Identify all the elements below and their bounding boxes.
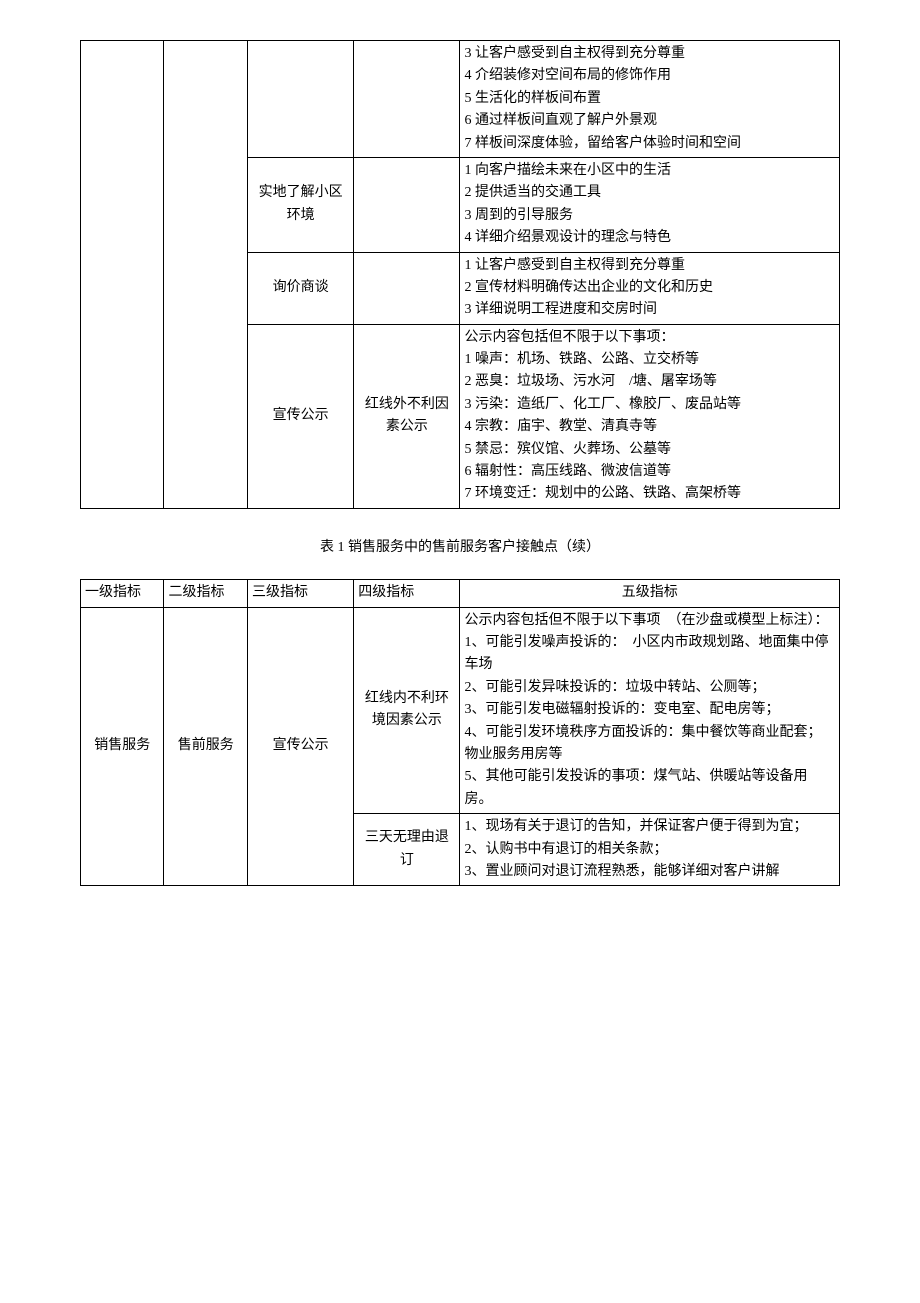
table-1: 3 让客户感受到自主权得到充分尊重4 介绍装修对空间布局的修饰作用5 生活化的样… xyxy=(80,40,840,509)
cell-l5: 公示内容包括但不限于以下事项：1 噪声：机场、铁路、公路、立交桥等2 恶臭：垃圾… xyxy=(460,324,840,508)
cell-l4 xyxy=(354,252,460,324)
cell-l3 xyxy=(247,41,353,158)
table-header-row: 一级指标 二级指标 三级指标 四级指标 五级指标 xyxy=(81,580,840,607)
header-l5: 五级指标 xyxy=(460,580,840,607)
header-l4: 四级指标 xyxy=(354,580,460,607)
cell-l4: 红线内不利环境因素公示 xyxy=(354,607,460,814)
cell-l4 xyxy=(354,157,460,252)
header-l2: 二级指标 xyxy=(164,580,247,607)
cell-l5: 公示内容包括但不限于以下事项 （在沙盘或模型上标注）：1、可能引发噪声投诉的： … xyxy=(460,607,840,814)
header-l1: 一级指标 xyxy=(81,580,164,607)
cell-l4: 红线外不利因素公示 xyxy=(354,324,460,508)
cell-l4 xyxy=(354,41,460,158)
cell-l5: 1 让客户感受到自主权得到充分尊重2 宣传材料明确传达出企业的文化和历史3 详细… xyxy=(460,252,840,324)
cell-l5: 1、现场有关于退订的告知，并保证客户便于得到为宜；2、认购书中有退订的相关条款；… xyxy=(460,814,840,886)
cell-l1: 销售服务 xyxy=(81,607,164,886)
cell-l3: 实地了解小区环境 xyxy=(247,157,353,252)
cell-l1 xyxy=(81,41,164,509)
cell-l3: 询价商谈 xyxy=(247,252,353,324)
cell-l3: 宣传公示 xyxy=(247,607,353,886)
cell-l2 xyxy=(164,41,247,509)
table-row: 3 让客户感受到自主权得到充分尊重4 介绍装修对空间布局的修饰作用5 生活化的样… xyxy=(81,41,840,158)
cell-l2: 售前服务 xyxy=(164,607,247,886)
cell-l3: 宣传公示 xyxy=(247,324,353,508)
table-row: 销售服务 售前服务 宣传公示 红线内不利环境因素公示 公示内容包括但不限于以下事… xyxy=(81,607,840,814)
table-2: 一级指标 二级指标 三级指标 四级指标 五级指标 销售服务 售前服务 宣传公示 … xyxy=(80,579,840,886)
cell-l5: 3 让客户感受到自主权得到充分尊重4 介绍装修对空间布局的修饰作用5 生活化的样… xyxy=(460,41,840,158)
cell-l5: 1 向客户描绘未来在小区中的生活2 提供适当的交通工具3 周到的引导服务4 详细… xyxy=(460,157,840,252)
cell-l4: 三天无理由退订 xyxy=(354,814,460,886)
table-caption: 表 1 销售服务中的售前服务客户接触点（续） xyxy=(80,537,840,559)
header-l3: 三级指标 xyxy=(247,580,353,607)
